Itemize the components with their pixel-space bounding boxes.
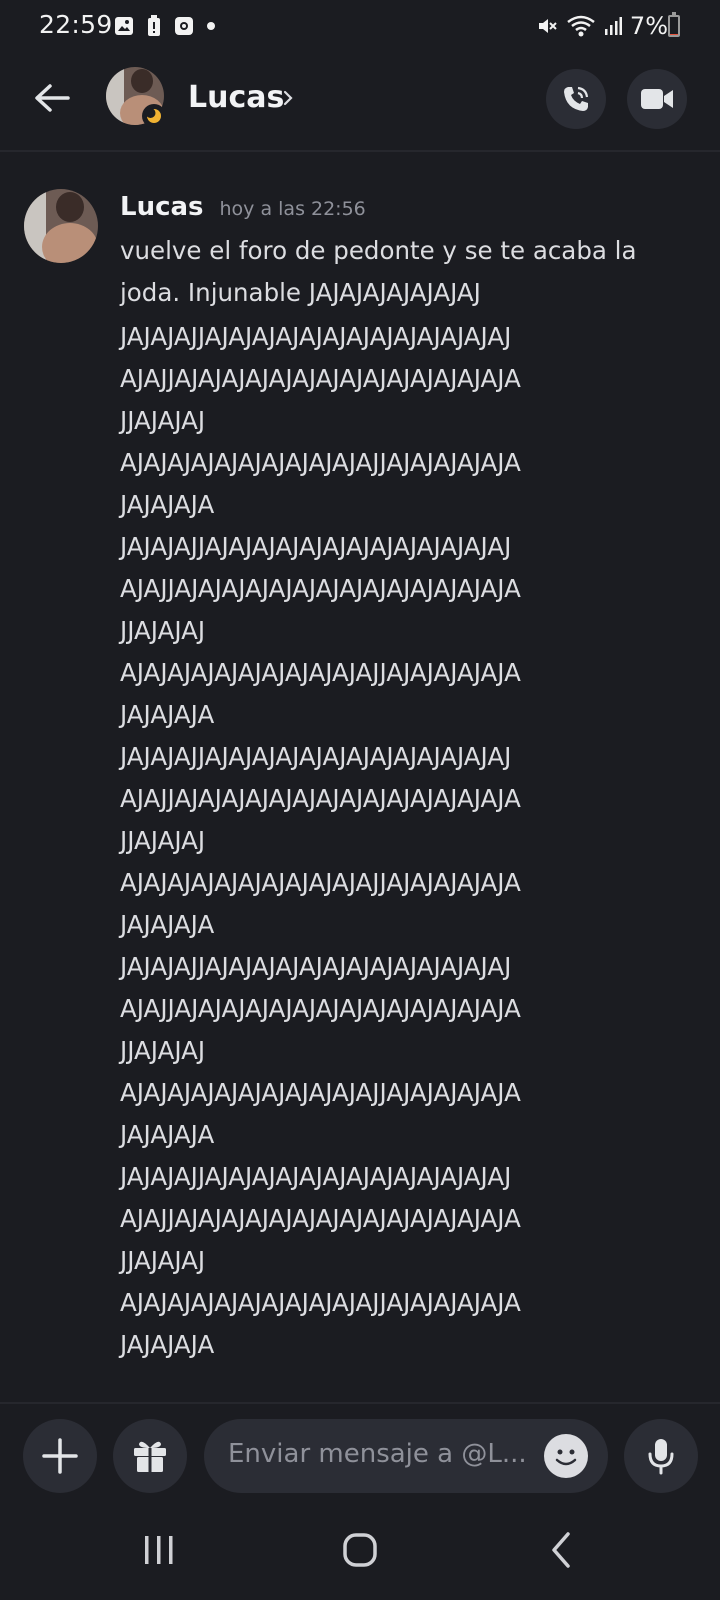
voice-message-button[interactable] <box>624 1419 698 1493</box>
record-icon <box>175 17 193 35</box>
message-line: AJAJJAJAJAJAJAJAJAJAJAJAJAJAJAJAJA <box>120 574 521 603</box>
battery-icon <box>668 12 680 37</box>
status-bar: 22:59 7% <box>0 0 720 52</box>
message-line: JJAJAJAJ <box>120 616 206 645</box>
status-time: 22:59 <box>39 10 113 39</box>
message-line: JAJAJAJJAJAJAJAJAJAJAJAJAJAJAJAJAJ <box>120 1162 512 1191</box>
navigation-bar <box>0 1508 720 1600</box>
message-line: AJAJJAJAJAJAJAJAJAJAJAJAJAJAJAJAJA <box>120 364 521 393</box>
message-line: AJAJAJAJAJAJAJAJAJAJAJJAJAJAJAJAJA <box>120 1288 521 1317</box>
wifi-icon <box>567 15 595 37</box>
message-line: JAJAJAJJAJAJAJAJAJAJAJAJAJAJAJAJAJ <box>120 532 512 561</box>
screen: 22:59 7% Lucas Lucas hoy a las 22:56 vue… <box>0 0 720 1600</box>
message-input[interactable]: Enviar mensaje a @L... <box>204 1419 608 1493</box>
message-line: JAJAJAJA <box>120 1330 215 1359</box>
message-line: AJAJAJAJAJAJAJAJAJAJAJJAJAJAJAJAJA <box>120 1078 521 1107</box>
message-line: AJAJAJAJAJAJAJAJAJAJAJJAJAJAJAJAJA <box>120 448 521 477</box>
message-line: JJAJAJAJ <box>120 826 206 855</box>
message-line: JAJAJAJJAJAJAJAJAJAJAJAJAJAJAJAJAJ <box>120 322 512 351</box>
message-line: JAJAJAJA <box>120 700 215 729</box>
message-input-placeholder: Enviar mensaje a @L... <box>228 1439 527 1469</box>
mute-icon <box>538 19 557 33</box>
composer: Enviar mensaje a @L... <box>0 1404 720 1508</box>
message-line: AJAJAJAJAJAJAJAJAJAJAJJAJAJAJAJAJA <box>120 868 521 897</box>
message-line: JAJAJAJA <box>120 490 215 519</box>
back-icon[interactable] <box>540 1528 584 1572</box>
message-body: vuelve el foro de pedonte y se te acaba … <box>120 230 690 1366</box>
video-camera-icon <box>641 89 673 109</box>
message-line: AJAJJAJAJAJAJAJAJAJAJAJAJAJAJAJAJA <box>120 784 521 813</box>
status-moon-badge <box>142 104 166 128</box>
contact-name[interactable]: Lucas <box>188 80 284 115</box>
emoji-button[interactable] <box>544 1434 588 1478</box>
message-line: JAJAJAJJAJAJAJAJAJAJAJAJAJAJAJAJAJ <box>120 742 512 771</box>
back-button[interactable] <box>28 74 76 122</box>
home-icon[interactable] <box>338 1528 382 1572</box>
message-timestamp: hoy a las 22:56 <box>219 198 366 220</box>
message-line: JAJAJAJJAJAJAJAJAJAJAJAJAJAJAJAJAJ <box>120 952 512 981</box>
message-line: vuelve el foro de pedonte y se te acaba … <box>120 236 637 265</box>
message-header: Lucas hoy a las 22:56 <box>120 192 366 222</box>
battery-alert-icon <box>148 15 160 36</box>
message-line: AJAJJAJAJAJAJAJAJAJAJAJAJAJAJAJAJA <box>120 994 521 1023</box>
phone-call-icon <box>564 86 589 111</box>
attach-button[interactable] <box>23 1419 97 1493</box>
gift-button[interactable] <box>113 1419 187 1493</box>
gift-icon <box>134 1441 166 1472</box>
chat-header: Lucas <box>0 52 720 148</box>
message-avatar[interactable] <box>24 189 98 263</box>
plus-icon <box>42 1438 78 1474</box>
status-icons-left <box>114 13 216 39</box>
battery-percent: 7% <box>629 12 668 40</box>
microphone-icon <box>648 1439 674 1475</box>
emoji-icon <box>555 1449 577 1466</box>
dot-icon <box>207 22 215 30</box>
back-arrow-icon <box>35 84 70 112</box>
moon-icon <box>145 108 161 123</box>
message-line: AJAJJAJAJAJAJAJAJAJAJAJAJAJAJAJAJA <box>120 1204 521 1233</box>
video-call-button[interactable] <box>627 69 687 129</box>
message-line: JAJAJAJA <box>120 910 215 939</box>
message-line: JAJAJAJA <box>120 1120 215 1149</box>
recents-icon[interactable] <box>137 1530 181 1570</box>
signal-icon <box>604 17 622 35</box>
chevron-right-icon[interactable] <box>282 89 294 107</box>
battery-fill <box>670 33 678 35</box>
message-line: JJAJAJAJ <box>120 1036 206 1065</box>
message-line: JJAJAJAJ <box>120 406 206 435</box>
voice-call-button[interactable] <box>546 69 606 129</box>
header-divider <box>0 150 720 152</box>
message-author[interactable]: Lucas <box>120 192 204 222</box>
status-icons-right: 7% <box>536 12 668 40</box>
avatar-image <box>24 189 98 263</box>
message-line: JJAJAJAJ <box>120 1246 206 1275</box>
gallery-icon <box>115 17 133 35</box>
message-line: joda. Injunable JAJAJAJAJAJAJAJ <box>120 278 481 307</box>
message-line: AJAJAJAJAJAJAJAJAJAJAJJAJAJAJAJAJA <box>120 658 521 687</box>
message-text: vuelve el foro de pedonte y se te acaba … <box>120 230 690 314</box>
message-laugh-block: JAJAJAJJAJAJAJAJAJAJAJAJAJAJAJAJAJ AJAJJA… <box>120 316 690 1366</box>
